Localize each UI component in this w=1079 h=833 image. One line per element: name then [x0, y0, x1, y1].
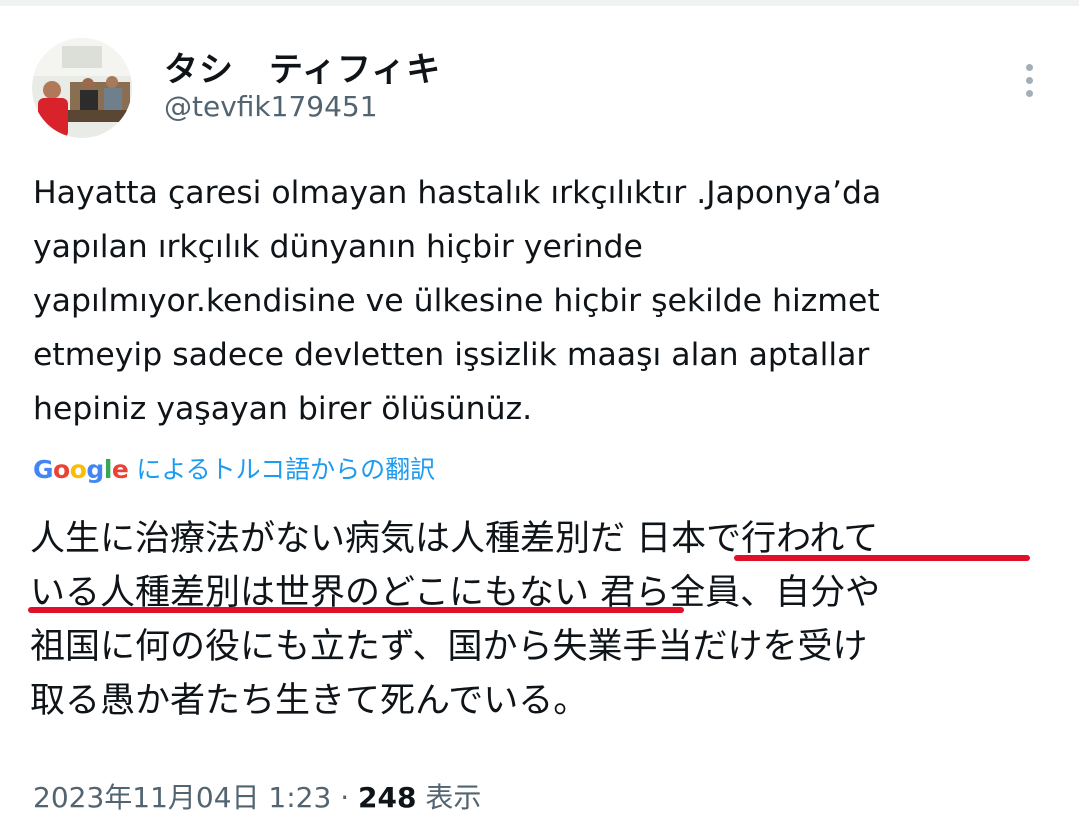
tweet-text: Hayatta çaresi olmayan hastalık ırkçılık… — [33, 166, 1053, 436]
google-logo-letter: g — [86, 455, 104, 484]
top-divider — [0, 0, 1079, 6]
google-logo-letter: e — [111, 455, 129, 484]
avatar[interactable] — [32, 38, 132, 138]
timestamp[interactable]: 2023年11月04日 1:23 — [33, 781, 331, 814]
more-dot — [1026, 90, 1033, 97]
author-handle[interactable]: @tevfik179451 — [164, 90, 378, 123]
google-logo-letter: o — [69, 455, 87, 484]
tweet-text-line: etmeyip sadece devletten işsizlik maaşı … — [33, 337, 870, 373]
translation-label: によるトルコ語からの翻訳 — [136, 455, 436, 484]
translated-text: 人生に治療法がない病気は人種差別だ 日本で行われて いる人種差別は世界のどこにも… — [30, 512, 1060, 728]
tweet-text-line: hepiniz yaşayan birer ölüsünüz. — [33, 391, 533, 427]
author-display-name[interactable]: タシ ティフィキ — [164, 42, 441, 91]
google-logo-letter: l — [103, 455, 113, 484]
more-vertical-icon[interactable] — [1016, 58, 1046, 102]
avatar-photo — [32, 38, 132, 138]
google-logo-letter: G — [33, 455, 54, 484]
more-dot — [1026, 77, 1033, 84]
tweet-meta: 2023年11月04日 1:23 · 248 表示 — [33, 776, 481, 816]
views-label: 表示 — [416, 781, 482, 814]
red-underline-annotation — [734, 555, 1030, 561]
tweet-text-line: Hayatta çaresi olmayan hastalık ırkçılık… — [33, 175, 882, 211]
more-dot — [1026, 64, 1033, 71]
google-logo: Google — [33, 455, 129, 484]
meta-separator: · — [331, 781, 358, 814]
translation-attribution-link[interactable]: Google によるトルコ語からの翻訳 — [33, 450, 435, 486]
tweet-text-line: yapılmıyor.kendisine ve ülkesine hiçbir … — [33, 283, 880, 319]
tweet-text-line: yapılan ırkçılık dünyanın hiçbir yerinde — [33, 229, 643, 265]
red-underline-annotation — [28, 607, 684, 613]
translated-text-line: 取る愚か者たち生きて死んでいる。 — [30, 681, 589, 721]
translated-text-line: 祖国に何の役にも立たず、国から失業手当だけを受け — [30, 627, 868, 667]
views-count: 248 — [358, 781, 417, 814]
google-logo-letter: o — [53, 455, 70, 484]
